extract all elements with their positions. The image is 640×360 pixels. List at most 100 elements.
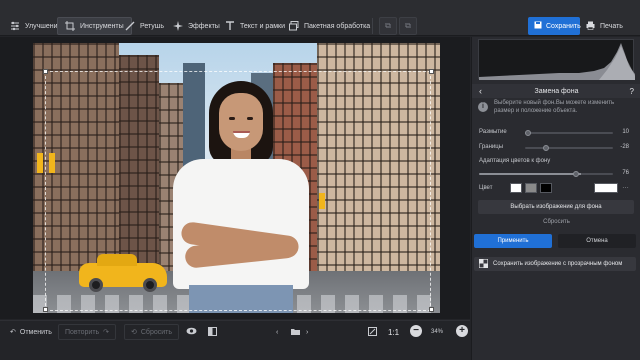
history-back-button[interactable]: ⧉	[379, 17, 397, 35]
color-swatch-gray[interactable]	[525, 183, 537, 193]
compare-button[interactable]	[202, 324, 223, 340]
color-label: Цвет	[479, 185, 493, 191]
brush-icon	[125, 21, 135, 31]
undo-button[interactable]: ↶ Отменить	[4, 324, 58, 340]
traffic-light	[37, 153, 43, 173]
tab-label: Эффекты	[188, 22, 220, 30]
tab-label: Улучшения	[25, 22, 62, 30]
floppy-icon	[534, 21, 542, 31]
chevron-right-icon: ›	[306, 328, 309, 336]
slider-value: 76	[622, 170, 629, 176]
preview-button[interactable]	[180, 324, 203, 340]
fit-screen-button[interactable]	[362, 324, 383, 340]
eye-icon	[186, 327, 197, 337]
cancel-button[interactable]: Отмена	[558, 234, 636, 248]
tab-label: Ретушь	[140, 22, 165, 30]
crop-icon	[65, 21, 75, 31]
layers-icon: ⧉	[385, 21, 391, 30]
info-icon: i	[478, 102, 488, 112]
histogram	[478, 39, 635, 80]
tab-text-frames[interactable]: Текст и рамки	[218, 17, 292, 35]
tab-batch[interactable]: Пакетная обработка	[282, 17, 377, 35]
slider-thumb[interactable]	[573, 171, 579, 177]
text-icon	[225, 21, 235, 31]
resize-handle[interactable]	[429, 307, 434, 312]
next-image-button[interactable]: ›	[300, 324, 314, 340]
reset-link[interactable]: Сбросить	[472, 219, 640, 225]
slider-label: Границы	[479, 144, 503, 150]
selection-box[interactable]	[45, 71, 431, 311]
printer-icon	[586, 21, 595, 32]
zoom-value: 34%	[431, 329, 444, 335]
right-panel: ‹ Замена фона ? i Выберите новый фон.Вы …	[471, 37, 640, 360]
reset-button[interactable]: ⟲ Сбросить	[124, 324, 179, 340]
choose-bg-label: Выбрать изображение для фона	[510, 204, 602, 210]
slider-track[interactable]	[479, 173, 613, 175]
actual-size-button[interactable]: 1:1	[382, 324, 405, 340]
history-forward-button[interactable]: ⧉	[399, 17, 417, 35]
tab-label: Пакетная обработка	[304, 22, 371, 30]
help-icon[interactable]: ?	[630, 87, 634, 96]
back-arrow-icon[interactable]: ‹	[479, 86, 482, 96]
redo-label: Повторить	[65, 328, 100, 336]
save-label: Сохранить	[546, 22, 581, 30]
color-swatch-black[interactable]	[540, 183, 552, 193]
slider-value: -28	[620, 144, 629, 150]
plus-icon: +	[459, 325, 465, 336]
minus-icon: −	[413, 325, 419, 336]
resize-handle[interactable]	[43, 69, 48, 74]
edges-slider[interactable]: Границы -28	[479, 144, 629, 154]
color-adapt-slider[interactable]: Адаптация цветов к фону 76	[479, 158, 629, 180]
undo-icon: ↶	[10, 329, 16, 336]
save-transparent-button[interactable]: Сохранить изображение с прозрачным фоном	[474, 257, 636, 271]
blur-slider[interactable]: Размытие 10	[479, 129, 629, 139]
transparent-bg-icon	[479, 258, 488, 270]
cancel-label: Отмена	[586, 238, 608, 244]
slider-track[interactable]	[525, 132, 613, 134]
zoom-level[interactable]: 34%	[425, 324, 449, 340]
redo-icon: ↷	[103, 329, 110, 336]
info-text: Выберите новый фон.Вы можете изменить ра…	[494, 100, 615, 114]
resize-handle[interactable]	[43, 307, 48, 312]
undo-label: Отменить	[19, 328, 52, 336]
slider-value: 10	[622, 129, 629, 135]
batch-icon	[289, 21, 299, 31]
fit-screen-icon	[368, 326, 377, 338]
zoom-in-button[interactable]: +	[456, 325, 468, 337]
apply-button[interactable]: Применить	[474, 234, 552, 248]
canvas-area[interactable]	[0, 37, 470, 319]
top-toolbar: Улучшения Инструменты Ретушь Эффекты Тек…	[0, 0, 640, 36]
sparkle-icon	[173, 21, 183, 31]
zoom-out-button[interactable]: −	[410, 325, 422, 337]
prev-image-button[interactable]: ‹	[270, 324, 284, 340]
panel-title: Замена фона	[534, 87, 579, 95]
compare-icon	[208, 326, 217, 338]
ratio-label: 1:1	[388, 327, 400, 337]
slider-track[interactable]	[525, 147, 613, 149]
save-transparent-label: Сохранить изображение с прозрачным фоном	[493, 261, 623, 267]
chevron-left-icon: ‹	[276, 328, 279, 336]
reset-label: Сбросить	[140, 328, 172, 336]
resize-handle[interactable]	[429, 69, 434, 74]
bottom-bar: ↶ Отменить Повторить ↷ ⟲ Сбросить ‹ › 1:…	[0, 320, 470, 360]
tab-label: Текст и рамки	[240, 22, 285, 30]
folder-icon	[291, 328, 300, 337]
sliders-icon	[10, 21, 20, 31]
color-swatch-white[interactable]	[510, 183, 522, 193]
custom-color-swatch[interactable]	[594, 183, 618, 193]
choose-background-button[interactable]: Выбрать изображение для фона	[478, 200, 634, 214]
tab-retouch[interactable]: Ретушь	[118, 17, 171, 35]
reset-icon: ⟲	[131, 329, 137, 336]
redo-button[interactable]: Повторить ↷	[58, 324, 117, 340]
print-button[interactable]: Печать	[586, 17, 623, 35]
save-button[interactable]: Сохранить	[528, 17, 581, 35]
slider-thumb[interactable]	[525, 130, 531, 136]
slider-thumb[interactable]	[543, 145, 549, 151]
panel-header: ‹ Замена фона ?	[472, 84, 640, 98]
slider-label: Адаптация цветов к фону	[479, 158, 551, 164]
print-label: Печать	[600, 22, 623, 30]
slider-label: Размытие	[479, 129, 507, 135]
color-picker-icon[interactable]: …	[622, 183, 629, 190]
edited-photo[interactable]	[33, 43, 440, 313]
info-block: i Выберите новый фон.Вы можете изменить …	[478, 99, 634, 123]
